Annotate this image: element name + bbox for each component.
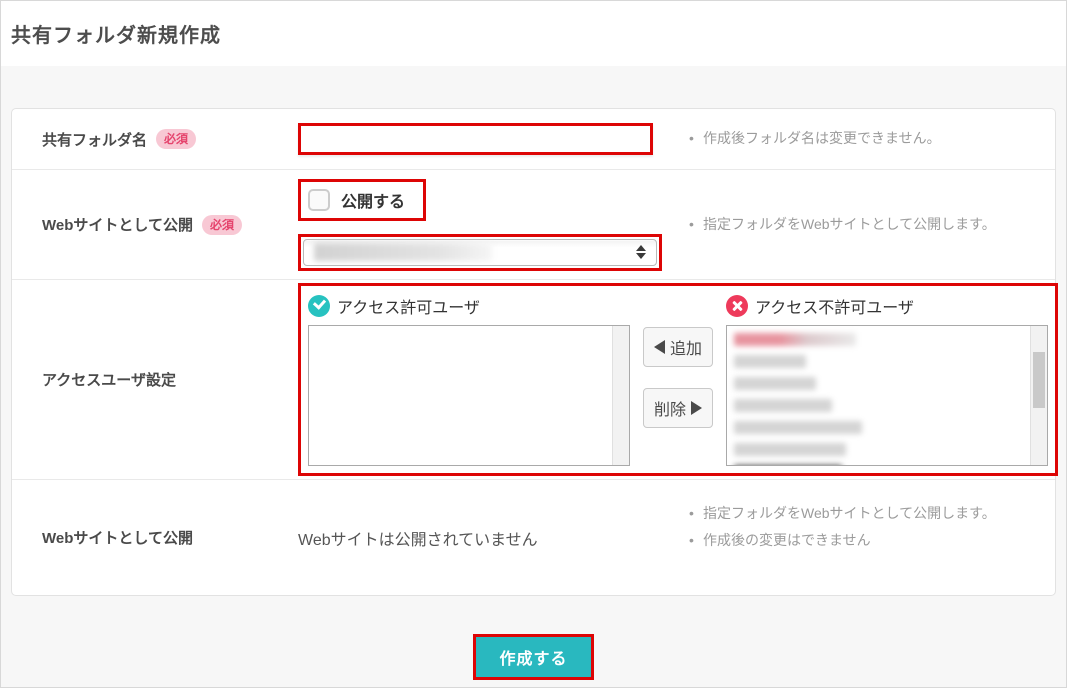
note-text: 作成後の変更はできません (687, 529, 1027, 552)
user-item-redacted[interactable] (734, 355, 806, 368)
allowed-users-listbox[interactable] (308, 325, 630, 466)
required-badge: 必須 (156, 129, 196, 149)
scroll-up-icon (1033, 332, 1044, 343)
arrow-right-icon (691, 401, 702, 415)
folder-name-label-group: 共有フォルダ名 必須 (12, 129, 298, 150)
folder-name-label: 共有フォルダ名 (42, 129, 147, 150)
x-circle-icon (726, 295, 748, 317)
row-publish-status: Webサイトとして公開 Webサイトは公開されていません 指定フォルダをWebサ… (12, 480, 1055, 595)
denied-users-header: アクセス不許可ユーザ (726, 294, 1048, 318)
site-select-wrap (298, 234, 662, 271)
user-item-redacted[interactable] (734, 333, 856, 346)
access-label: アクセスユーザ設定 (42, 369, 176, 390)
folder-name-notes: 作成後フォルダ名は変更できません。 (687, 123, 1055, 154)
publish-label-group: Webサイトとして公開 必須 (12, 214, 298, 235)
row-publish-website: Webサイトとして公開 必須 公開する (12, 170, 1055, 280)
note-text: 指定フォルダをWebサイトとして公開します。 (687, 502, 1027, 525)
allowed-listbox-scrollbar[interactable] (612, 326, 629, 465)
site-select[interactable] (303, 239, 657, 266)
publish-label: Webサイトとして公開 (42, 214, 193, 235)
create-button[interactable]: 作成する (473, 634, 593, 680)
remove-user-label: 削除 (654, 396, 686, 420)
row-access-users: アクセスユーザ設定 アクセス許可ユーザ (12, 280, 1055, 480)
access-label-group: アクセスユーザ設定 (12, 369, 298, 390)
allowed-users-header: アクセス許可ユーザ (308, 294, 630, 318)
user-item-redacted[interactable] (734, 377, 816, 390)
publish-checkbox-label: 公開する (341, 188, 405, 212)
note-text: 指定フォルダをWebサイトとして公開します。 (687, 213, 1027, 236)
publish-checkbox-group: 公開する (298, 179, 426, 221)
publish-checkbox[interactable] (308, 189, 330, 211)
user-item-redacted[interactable] (734, 421, 862, 434)
select-spinner-icon (636, 245, 646, 259)
add-user-button[interactable]: 追加 (643, 327, 713, 367)
create-shared-folder-page: 共有フォルダ新規作成 共有フォルダ名 必須 作成後フォルダ名は変更できません。 … (0, 0, 1067, 688)
denied-users-column: アクセス不許可ユーザ (726, 291, 1048, 466)
publish-status-label: Webサイトとして公開 (42, 527, 193, 548)
swap-buttons-column: 追加 削除 (639, 291, 717, 428)
publish-status-label-group: Webサイトとして公開 (12, 527, 298, 548)
note-text: 作成後フォルダ名は変更できません。 (687, 127, 1027, 150)
publish-status-content: Webサイトは公開されていません (298, 526, 687, 550)
page-header: 共有フォルダ新規作成 (1, 1, 1066, 66)
denied-users-listbox[interactable] (726, 325, 1048, 466)
required-badge: 必須 (202, 215, 242, 235)
publish-status-notes: 指定フォルダをWebサイトとして公開します。 作成後の変更はできません (687, 480, 1055, 556)
allowed-users-column: アクセス許可ユーザ (308, 291, 630, 466)
scroll-down-icon (1033, 447, 1044, 458)
publish-content: 公開する (298, 179, 687, 271)
form-footer: 作成する (1, 634, 1066, 680)
publish-status-value: Webサイトは公開されていません (298, 526, 538, 550)
allowed-users-title: アクセス許可ユーザ (337, 294, 480, 318)
row-folder-name: 共有フォルダ名 必須 作成後フォルダ名は変更できません。 (12, 109, 1055, 170)
user-item-redacted[interactable] (734, 465, 842, 466)
user-item-redacted[interactable] (734, 399, 832, 412)
publish-notes: 指定フォルダをWebサイトとして公開します。 (687, 209, 1055, 240)
create-folder-form: 共有フォルダ名 必須 作成後フォルダ名は変更できません。 Webサイトとして公開… (11, 108, 1056, 596)
folder-name-input[interactable] (298, 123, 653, 155)
remove-user-button[interactable]: 削除 (643, 388, 713, 428)
user-item-redacted[interactable] (734, 443, 846, 456)
site-select-value-redacted (314, 243, 492, 261)
arrow-left-icon (654, 340, 665, 354)
denied-listbox-scrollbar[interactable] (1030, 326, 1047, 465)
denied-users-redacted-list (727, 326, 1047, 466)
access-panel: アクセス許可ユーザ 追加 削除 (298, 283, 1058, 476)
scroll-up-icon (615, 332, 626, 343)
scrollbar-thumb[interactable] (1033, 352, 1045, 408)
add-user-label: 追加 (670, 335, 702, 359)
folder-name-content (298, 123, 687, 155)
denied-users-title: アクセス不許可ユーザ (755, 294, 914, 318)
scroll-down-icon (615, 447, 626, 458)
page-title: 共有フォルダ新規作成 (11, 19, 1066, 48)
check-circle-icon (308, 295, 330, 317)
